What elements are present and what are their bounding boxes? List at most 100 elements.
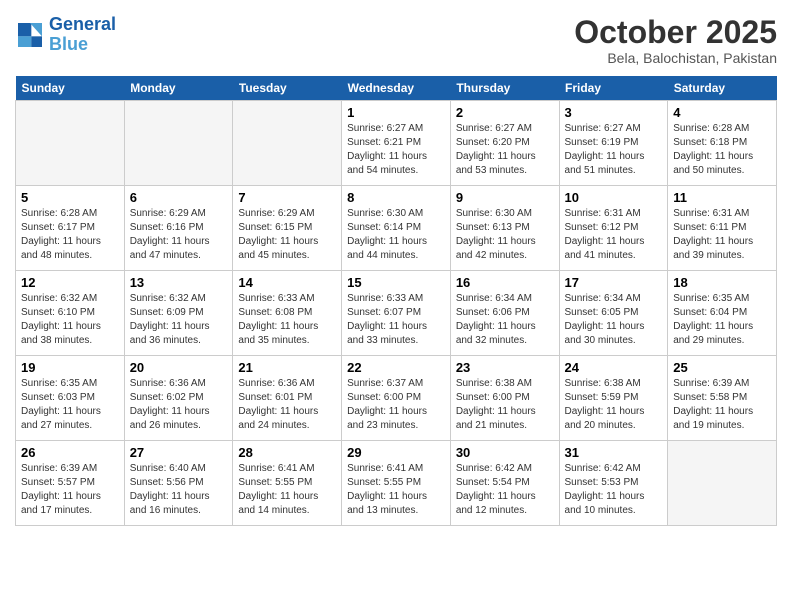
weekday-header-tuesday: Tuesday xyxy=(233,76,342,101)
day-cell: 25 Sunrise: 6:39 AM Sunset: 5:58 PM Dayli… xyxy=(668,356,777,441)
day-info: Sunrise: 6:32 AM Sunset: 6:09 PM Dayligh… xyxy=(130,292,228,348)
page-header: General Blue October 2025 Bela, Balochis… xyxy=(15,15,777,66)
day-number: 25 xyxy=(673,360,771,375)
weekday-header-row: SundayMondayTuesdayWednesdayThursdayFrid… xyxy=(16,76,777,101)
day-number: 1 xyxy=(347,105,445,120)
day-number: 10 xyxy=(565,190,663,205)
day-number: 15 xyxy=(347,275,445,290)
logo-icon xyxy=(15,23,45,47)
day-cell xyxy=(16,101,125,186)
logo-line1: General xyxy=(49,14,116,34)
day-info: Sunrise: 6:27 AM Sunset: 6:20 PM Dayligh… xyxy=(456,122,554,178)
week-row-1: 1 Sunrise: 6:27 AM Sunset: 6:21 PM Daylig… xyxy=(16,101,777,186)
logo: General Blue xyxy=(15,15,116,55)
day-number: 2 xyxy=(456,105,554,120)
day-cell: 6 Sunrise: 6:29 AM Sunset: 6:16 PM Daylig… xyxy=(124,186,233,271)
calendar-subtitle: Bela, Balochistan, Pakistan xyxy=(574,50,777,66)
day-cell: 2 Sunrise: 6:27 AM Sunset: 6:20 PM Daylig… xyxy=(450,101,559,186)
day-number: 3 xyxy=(565,105,663,120)
day-number: 26 xyxy=(21,445,119,460)
day-number: 5 xyxy=(21,190,119,205)
weekday-header-friday: Friday xyxy=(559,76,668,101)
day-info: Sunrise: 6:31 AM Sunset: 6:11 PM Dayligh… xyxy=(673,207,771,263)
day-info: Sunrise: 6:30 AM Sunset: 6:14 PM Dayligh… xyxy=(347,207,445,263)
day-number: 23 xyxy=(456,360,554,375)
day-number: 11 xyxy=(673,190,771,205)
day-info: Sunrise: 6:36 AM Sunset: 6:02 PM Dayligh… xyxy=(130,377,228,433)
day-cell: 27 Sunrise: 6:40 AM Sunset: 5:56 PM Dayli… xyxy=(124,441,233,526)
day-info: Sunrise: 6:30 AM Sunset: 6:13 PM Dayligh… xyxy=(456,207,554,263)
day-cell: 1 Sunrise: 6:27 AM Sunset: 6:21 PM Daylig… xyxy=(342,101,451,186)
day-info: Sunrise: 6:28 AM Sunset: 6:18 PM Dayligh… xyxy=(673,122,771,178)
day-info: Sunrise: 6:41 AM Sunset: 5:55 PM Dayligh… xyxy=(238,462,336,518)
day-cell: 15Sunrise: 6:33 AM Sunset: 6:07 PM Dayli… xyxy=(342,271,451,356)
day-info: Sunrise: 6:38 AM Sunset: 6:00 PM Dayligh… xyxy=(456,377,554,433)
day-cell xyxy=(668,441,777,526)
day-cell: 11 Sunrise: 6:31 AM Sunset: 6:11 PM Dayli… xyxy=(668,186,777,271)
day-info: Sunrise: 6:29 AM Sunset: 6:16 PM Dayligh… xyxy=(130,207,228,263)
day-cell: 4Sunrise: 6:28 AM Sunset: 6:18 PM Daylig… xyxy=(668,101,777,186)
day-info: Sunrise: 6:35 AM Sunset: 6:04 PM Dayligh… xyxy=(673,292,771,348)
day-info: Sunrise: 6:37 AM Sunset: 6:00 PM Dayligh… xyxy=(347,377,445,433)
calendar-table: SundayMondayTuesdayWednesdayThursdayFrid… xyxy=(15,76,777,526)
day-cell: 26Sunrise: 6:39 AM Sunset: 5:57 PM Dayli… xyxy=(16,441,125,526)
day-number: 28 xyxy=(238,445,336,460)
day-cell: 31 Sunrise: 6:42 AM Sunset: 5:53 PM Dayli… xyxy=(559,441,668,526)
day-number: 17 xyxy=(565,275,663,290)
week-row-2: 5 Sunrise: 6:28 AM Sunset: 6:17 PM Daylig… xyxy=(16,186,777,271)
day-number: 19 xyxy=(21,360,119,375)
day-number: 13 xyxy=(130,275,228,290)
day-number: 9 xyxy=(456,190,554,205)
day-info: Sunrise: 6:40 AM Sunset: 5:56 PM Dayligh… xyxy=(130,462,228,518)
day-info: Sunrise: 6:38 AM Sunset: 5:59 PM Dayligh… xyxy=(565,377,663,433)
day-number: 7 xyxy=(238,190,336,205)
day-info: Sunrise: 6:34 AM Sunset: 6:06 PM Dayligh… xyxy=(456,292,554,348)
day-number: 6 xyxy=(130,190,228,205)
day-info: Sunrise: 6:39 AM Sunset: 5:58 PM Dayligh… xyxy=(673,377,771,433)
day-info: Sunrise: 6:36 AM Sunset: 6:01 PM Dayligh… xyxy=(238,377,336,433)
day-number: 22 xyxy=(347,360,445,375)
day-number: 31 xyxy=(565,445,663,460)
day-number: 24 xyxy=(565,360,663,375)
day-info: Sunrise: 6:27 AM Sunset: 6:21 PM Dayligh… xyxy=(347,122,445,178)
logo-text: General Blue xyxy=(49,15,116,55)
day-info: Sunrise: 6:41 AM Sunset: 5:55 PM Dayligh… xyxy=(347,462,445,518)
day-cell: 7Sunrise: 6:29 AM Sunset: 6:15 PM Daylig… xyxy=(233,186,342,271)
week-row-4: 19Sunrise: 6:35 AM Sunset: 6:03 PM Dayli… xyxy=(16,356,777,441)
logo-line2: Blue xyxy=(49,34,88,54)
day-cell: 9 Sunrise: 6:30 AM Sunset: 6:13 PM Daylig… xyxy=(450,186,559,271)
day-cell: 5 Sunrise: 6:28 AM Sunset: 6:17 PM Daylig… xyxy=(16,186,125,271)
day-cell: 12 Sunrise: 6:32 AM Sunset: 6:10 PM Dayli… xyxy=(16,271,125,356)
day-info: Sunrise: 6:28 AM Sunset: 6:17 PM Dayligh… xyxy=(21,207,119,263)
weekday-header-wednesday: Wednesday xyxy=(342,76,451,101)
day-cell: 13 Sunrise: 6:32 AM Sunset: 6:09 PM Dayli… xyxy=(124,271,233,356)
day-number: 27 xyxy=(130,445,228,460)
week-row-5: 26Sunrise: 6:39 AM Sunset: 5:57 PM Dayli… xyxy=(16,441,777,526)
day-cell: 17 Sunrise: 6:34 AM Sunset: 6:05 PM Dayli… xyxy=(559,271,668,356)
day-info: Sunrise: 6:32 AM Sunset: 6:10 PM Dayligh… xyxy=(21,292,119,348)
day-cell: 23 Sunrise: 6:38 AM Sunset: 6:00 PM Dayli… xyxy=(450,356,559,441)
day-cell: 28 Sunrise: 6:41 AM Sunset: 5:55 PM Dayli… xyxy=(233,441,342,526)
day-cell: 30Sunrise: 6:42 AM Sunset: 5:54 PM Dayli… xyxy=(450,441,559,526)
day-info: Sunrise: 6:31 AM Sunset: 6:12 PM Dayligh… xyxy=(565,207,663,263)
day-number: 12 xyxy=(21,275,119,290)
week-row-3: 12 Sunrise: 6:32 AM Sunset: 6:10 PM Dayli… xyxy=(16,271,777,356)
day-cell: 3Sunrise: 6:27 AM Sunset: 6:19 PM Daylig… xyxy=(559,101,668,186)
day-info: Sunrise: 6:34 AM Sunset: 6:05 PM Dayligh… xyxy=(565,292,663,348)
day-cell: 16Sunrise: 6:34 AM Sunset: 6:06 PM Dayli… xyxy=(450,271,559,356)
weekday-header-sunday: Sunday xyxy=(16,76,125,101)
day-cell: 21Sunrise: 6:36 AM Sunset: 6:01 PM Dayli… xyxy=(233,356,342,441)
day-info: Sunrise: 6:42 AM Sunset: 5:53 PM Dayligh… xyxy=(565,462,663,518)
day-number: 29 xyxy=(347,445,445,460)
weekday-header-monday: Monday xyxy=(124,76,233,101)
day-cell: 18Sunrise: 6:35 AM Sunset: 6:04 PM Dayli… xyxy=(668,271,777,356)
day-cell: 10 Sunrise: 6:31 AM Sunset: 6:12 PM Dayli… xyxy=(559,186,668,271)
day-number: 8 xyxy=(347,190,445,205)
day-cell: 22 Sunrise: 6:37 AM Sunset: 6:00 PM Dayli… xyxy=(342,356,451,441)
day-number: 20 xyxy=(130,360,228,375)
day-cell: 8 Sunrise: 6:30 AM Sunset: 6:14 PM Daylig… xyxy=(342,186,451,271)
weekday-header-saturday: Saturday xyxy=(668,76,777,101)
day-cell xyxy=(124,101,233,186)
day-number: 30 xyxy=(456,445,554,460)
day-cell xyxy=(233,101,342,186)
